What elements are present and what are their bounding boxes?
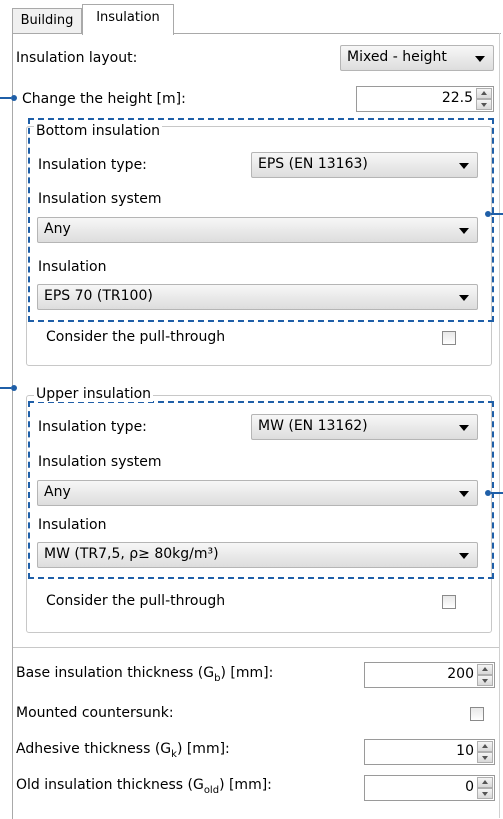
adhesive-label-post: ) [mm]: <box>176 741 230 757</box>
old-thickness-spinbox[interactable]: 0 <box>364 775 495 801</box>
tab-building-label: Building <box>20 13 74 28</box>
old-thickness-label: Old insulation thickness (Gold) [mm]: <box>16 776 272 800</box>
bottom-insulation-value: EPS 70 (TR100) <box>44 288 153 304</box>
bottom-system-value: Any <box>44 221 71 237</box>
upper-insulation-title: Upper insulation <box>34 386 154 402</box>
bottom-system-dropdown[interactable]: Any <box>37 217 478 243</box>
annotation-dot <box>11 95 17 101</box>
adhesive-thickness-value: 10 <box>456 743 474 759</box>
spin-down-icon[interactable] <box>477 752 493 763</box>
divider <box>13 647 499 648</box>
countersunk-label: Mounted countersunk: <box>16 705 174 721</box>
base-thickness-spinbox[interactable]: 200 <box>364 662 495 688</box>
layout-label: Insulation layout: <box>16 50 138 66</box>
spin-down-icon[interactable] <box>477 788 493 799</box>
old-thickness-value: 0 <box>465 779 474 795</box>
bottom-pull-checkbox[interactable] <box>442 331 456 345</box>
tab-insulation[interactable]: Insulation <box>82 4 174 35</box>
chevron-down-icon <box>459 295 469 301</box>
upper-system-label: Insulation system <box>38 454 162 470</box>
upper-type-dropdown[interactable]: MW (EN 13162) <box>251 414 478 440</box>
upper-insulation-value: MW (TR7,5, ρ≥ 80kg/m³) <box>44 546 219 562</box>
tab-building[interactable]: Building <box>12 8 82 33</box>
spin-down-icon[interactable] <box>477 675 493 686</box>
layout-dropdown[interactable]: Mixed - height <box>340 45 494 71</box>
upper-system-value: Any <box>44 484 71 500</box>
spin-up-icon[interactable] <box>476 88 492 99</box>
height-label: Change the height [m]: <box>22 91 186 107</box>
annotation-line <box>0 97 11 99</box>
chevron-down-icon <box>459 553 469 559</box>
spin-up-icon[interactable] <box>477 741 493 752</box>
spin-up-icon[interactable] <box>477 777 493 788</box>
bottom-insulation-label: Insulation <box>38 259 107 275</box>
base-label-pre: Base insulation thickness (G <box>16 665 215 681</box>
upper-insulation-label: Insulation <box>38 517 107 533</box>
height-value: 22.5 <box>441 90 473 106</box>
base-thickness-value: 200 <box>447 666 474 682</box>
bottom-type-dropdown[interactable]: EPS (EN 13163) <box>251 152 478 178</box>
annotation-dot <box>11 385 17 391</box>
adhesive-thickness-spinbox[interactable]: 10 <box>364 739 495 765</box>
spin-down-icon[interactable] <box>476 99 492 110</box>
upper-type-value: MW (EN 13162) <box>258 418 368 434</box>
chevron-down-icon <box>459 425 469 431</box>
layout-value: Mixed - height <box>347 49 447 65</box>
upper-system-dropdown[interactable]: Any <box>37 480 478 506</box>
base-label-post: ) [mm]: <box>220 665 274 681</box>
bottom-pull-label: Consider the pull-through <box>46 329 226 345</box>
base-thickness-label: Base insulation thickness (Gb) [mm]: <box>16 664 273 688</box>
spin-up-icon[interactable] <box>477 664 493 675</box>
bottom-insulation-dropdown[interactable]: EPS 70 (TR100) <box>37 284 478 310</box>
annotation-line <box>491 492 503 494</box>
bottom-type-label: Insulation type: <box>38 157 147 173</box>
adhesive-label-pre: Adhesive thickness (G <box>16 741 172 757</box>
countersunk-checkbox[interactable] <box>470 707 484 721</box>
tab-bar: Building Insulation <box>0 0 503 35</box>
old-label-sub: old <box>203 784 220 796</box>
old-label-post: ) [mm]: <box>219 777 272 793</box>
upper-pull-label: Consider the pull-through <box>46 593 226 609</box>
bottom-type-value: EPS (EN 13163) <box>258 156 368 172</box>
adhesive-thickness-label: Adhesive thickness (Gk) [mm]: <box>16 740 230 764</box>
bottom-insulation-title: Bottom insulation <box>34 123 163 139</box>
annotation-line <box>0 387 11 389</box>
chevron-down-icon <box>459 228 469 234</box>
old-label-pre: Old insulation thickness (G <box>16 777 204 793</box>
chevron-down-icon <box>475 56 485 62</box>
upper-type-label: Insulation type: <box>38 419 147 435</box>
annotation-line <box>491 213 503 215</box>
tab-insulation-label: Insulation <box>96 10 160 25</box>
chevron-down-icon <box>459 491 469 497</box>
height-spinbox[interactable]: 22.5 <box>356 86 494 112</box>
upper-insulation-dropdown[interactable]: MW (TR7,5, ρ≥ 80kg/m³) <box>37 542 478 568</box>
upper-pull-checkbox[interactable] <box>442 595 456 609</box>
bottom-system-label: Insulation system <box>38 191 162 207</box>
chevron-down-icon <box>459 163 469 169</box>
panel-right-border <box>499 33 500 818</box>
